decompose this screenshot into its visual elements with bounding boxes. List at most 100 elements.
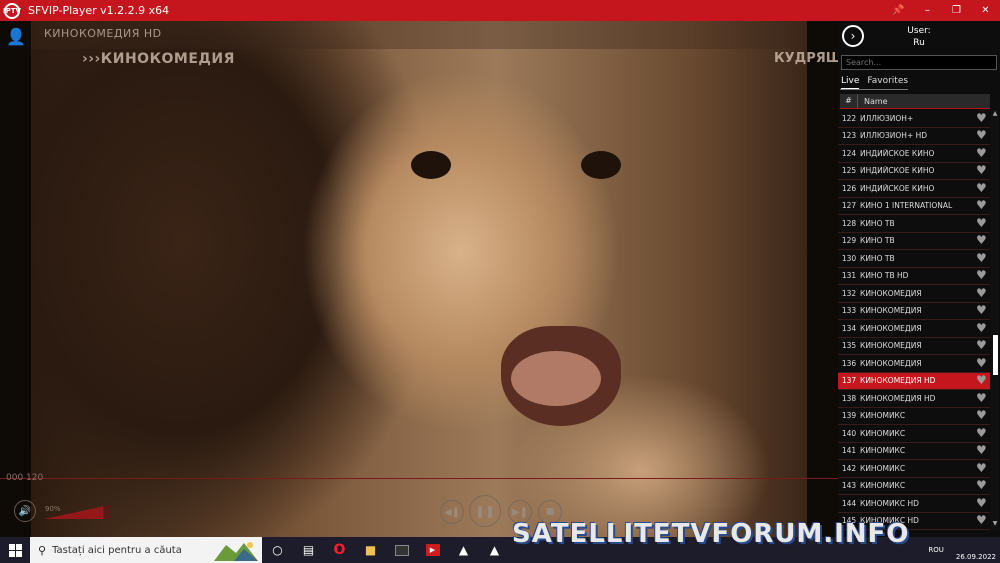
user-icon[interactable]: 👤 [6, 27, 26, 46]
file-explorer-icon[interactable]: ■ [355, 537, 386, 563]
favorite-heart-icon[interactable]: ♥ [974, 409, 990, 423]
channel-row[interactable]: 129 КИНО ТВ ♥ [838, 233, 990, 250]
channel-row[interactable]: 140 КИНОМИКС ♥ [838, 425, 990, 443]
channel-row[interactable]: 130 КИНО ТВ ♥ [838, 250, 990, 268]
tab-live[interactable]: Live [841, 76, 860, 89]
collapse-sidebar-button[interactable]: › [842, 25, 864, 47]
channel-name: ИНДИЙСКОЕ КИНО [860, 183, 935, 193]
channel-row[interactable]: 127 КИНО 1 INTERNATIONAL ♥ [838, 198, 990, 215]
input-language-indicator[interactable]: ROU [928, 546, 944, 554]
channel-row[interactable]: 133 КИНОКОМЕДИЯ ♥ [838, 303, 990, 320]
favorite-heart-icon[interactable]: ♥ [974, 146, 990, 160]
terminal-app-icon[interactable] [386, 537, 417, 563]
channel-row[interactable]: 134 КИНОКОМЕДИЯ ♥ [838, 320, 990, 338]
favorite-heart-icon[interactable]: ♥ [974, 339, 990, 353]
video-letterbox-right [807, 21, 838, 537]
favorite-heart-icon[interactable]: ♥ [974, 164, 990, 178]
pause-button[interactable]: ❚❚ [469, 495, 501, 527]
channel-name: ИЛЛЮЗИОН+ [860, 113, 914, 123]
favorite-heart-icon[interactable]: ♥ [974, 374, 990, 388]
clock-date[interactable]: 26.09.2022 [956, 553, 996, 561]
channel-row[interactable]: 125 ИНДИЙСКОЕ КИНО ♥ [838, 163, 990, 180]
channel-list-header: # Name [840, 94, 990, 108]
tab-favorites[interactable]: Favorites [867, 76, 908, 89]
sfvip-player-taskbar-icon[interactable]: ▶ [417, 537, 448, 563]
favorite-heart-icon[interactable]: ♥ [974, 391, 990, 405]
channel-row[interactable]: 135 КИНОКОМЕДИЯ ♥ [838, 338, 990, 355]
seek-bar[interactable] [0, 478, 838, 479]
channel-name: КИНО 1 INTERNATIONAL [860, 201, 953, 211]
cortana-icon[interactable]: ○ [262, 537, 293, 563]
channel-sidebar: › User: Ru Live Favorites # Name 122ИЛЛЮ… [838, 21, 1000, 537]
favorite-heart-icon[interactable]: ♥ [974, 356, 990, 370]
favorite-heart-icon[interactable]: ♥ [974, 444, 990, 458]
column-header-number[interactable]: # [840, 94, 858, 108]
channel-number: 122 [841, 113, 857, 123]
scrollbar-thumb[interactable] [993, 335, 998, 375]
channel-number: 144 [841, 498, 857, 508]
channel-name: КИНО ТВ HD [860, 271, 909, 281]
channel-row[interactable]: 144 КИНОМИКС HD ♥ [838, 495, 990, 513]
channel-row[interactable]: 136 КИНОКОМЕДИЯ ♥ [838, 355, 990, 373]
video-frame[interactable] [31, 21, 807, 537]
video-player[interactable]: 👤 КИНОКОМЕДИЯ HD ›››КИНОКОМЕДИЯ КУДРЯШ 0… [0, 21, 838, 537]
channel-row[interactable]: 143 КИНОМИКС ♥ [838, 478, 990, 495]
channel-row[interactable]: 138 КИНОКОМЕДИЯ HD ♥ [838, 390, 990, 408]
video-content-eye [581, 151, 621, 179]
favorite-heart-icon[interactable]: ♥ [974, 181, 990, 195]
channel-row[interactable]: 123 ИЛЛЮЗИОН+ HD ♥ [838, 128, 990, 145]
favorite-heart-icon[interactable]: ♥ [974, 251, 990, 265]
channel-row[interactable]: 128 КИНО ТВ ♥ [838, 215, 990, 233]
scroll-up-icon[interactable]: ▲ [991, 110, 999, 118]
favorite-heart-icon[interactable]: ♥ [974, 426, 990, 440]
channel-row[interactable]: 142 КИНОМИКС ♥ [838, 460, 990, 478]
minimize-button[interactable]: – [913, 0, 942, 21]
channel-name: КИНОКОМЕДИЯ HD [860, 376, 936, 386]
channel-row[interactable]: 139 КИНОМИКС ♥ [838, 408, 990, 425]
channel-name: КИНОКОМЕДИЯ [860, 341, 922, 351]
restore-button[interactable]: ❐ [942, 0, 971, 21]
channel-row[interactable]: 132 КИНОКОМЕДИЯ ♥ [838, 285, 990, 303]
channel-row[interactable]: 141 КИНОМИКС ♥ [838, 443, 990, 460]
favorite-heart-icon[interactable]: ♥ [974, 216, 990, 230]
title-bar: IPTV SFVIP-Player v1.2.2.9 x64 📌 – ❐ ✕ [0, 0, 1000, 21]
favorite-heart-icon[interactable]: ♥ [974, 111, 990, 125]
favorite-heart-icon[interactable]: ♥ [974, 269, 990, 283]
favorite-heart-icon[interactable]: ♥ [974, 234, 990, 248]
previous-button[interactable]: ◀❚ [440, 500, 464, 524]
scroll-down-icon[interactable]: ▼ [991, 520, 999, 528]
volume-icon[interactable]: 🔊 [14, 500, 36, 522]
close-button[interactable]: ✕ [971, 0, 1000, 21]
channel-row[interactable]: 137 КИНОКОМЕДИЯ HD ♥ [838, 372, 990, 390]
favorite-heart-icon[interactable]: ♥ [974, 199, 990, 213]
channel-row[interactable]: 126 ИНДИЙСКОЕ КИНО ♥ [838, 180, 990, 198]
favorite-heart-icon[interactable]: ♥ [974, 496, 990, 510]
favorite-heart-icon[interactable]: ♥ [974, 129, 990, 143]
task-view-icon[interactable]: ▤ [293, 537, 324, 563]
column-header-name[interactable]: Name [858, 97, 888, 106]
channel-row[interactable]: 122 ИЛЛЮЗИОН+ ♥ [838, 110, 990, 128]
favorite-heart-icon[interactable]: ♥ [974, 286, 990, 300]
channel-row[interactable]: 131 КИНО ТВ HD ♥ [838, 268, 990, 285]
channel-search-input[interactable] [841, 55, 997, 70]
pin-button[interactable]: 📌 [884, 0, 913, 21]
favorite-heart-icon[interactable]: ♥ [974, 304, 990, 318]
favorite-heart-icon[interactable]: ♥ [974, 461, 990, 475]
forum-watermark: SATELLITETVFORUM.INFO [512, 519, 910, 549]
channel-name: КИНОКОМЕДИЯ [860, 306, 922, 316]
favorite-heart-icon[interactable]: ♥ [974, 514, 990, 528]
window-title: SFVIP-Player v1.2.2.9 x64 [28, 4, 170, 17]
favorite-heart-icon[interactable]: ♥ [974, 321, 990, 335]
channel-list-scrollbar[interactable]: ▲ ▼ [991, 110, 999, 530]
channel-number: 126 [841, 183, 857, 193]
channel-name: КИНОКОМЕДИЯ HD [860, 393, 936, 403]
app-icon[interactable]: ▲ [448, 537, 479, 563]
start-button[interactable] [0, 537, 30, 563]
channel-row[interactable]: 124 ИНДИЙСКОЕ КИНО ♥ [838, 145, 990, 163]
skip-back-icon: ◀❚ [443, 506, 461, 518]
taskbar-search[interactable]: ⚲ Tastați aici pentru a căuta [30, 537, 262, 563]
channel-number: 135 [841, 341, 857, 351]
favorite-heart-icon[interactable]: ♥ [974, 479, 990, 493]
app-icon[interactable]: ▲ [479, 537, 510, 563]
opera-browser-icon[interactable]: O [324, 537, 355, 563]
